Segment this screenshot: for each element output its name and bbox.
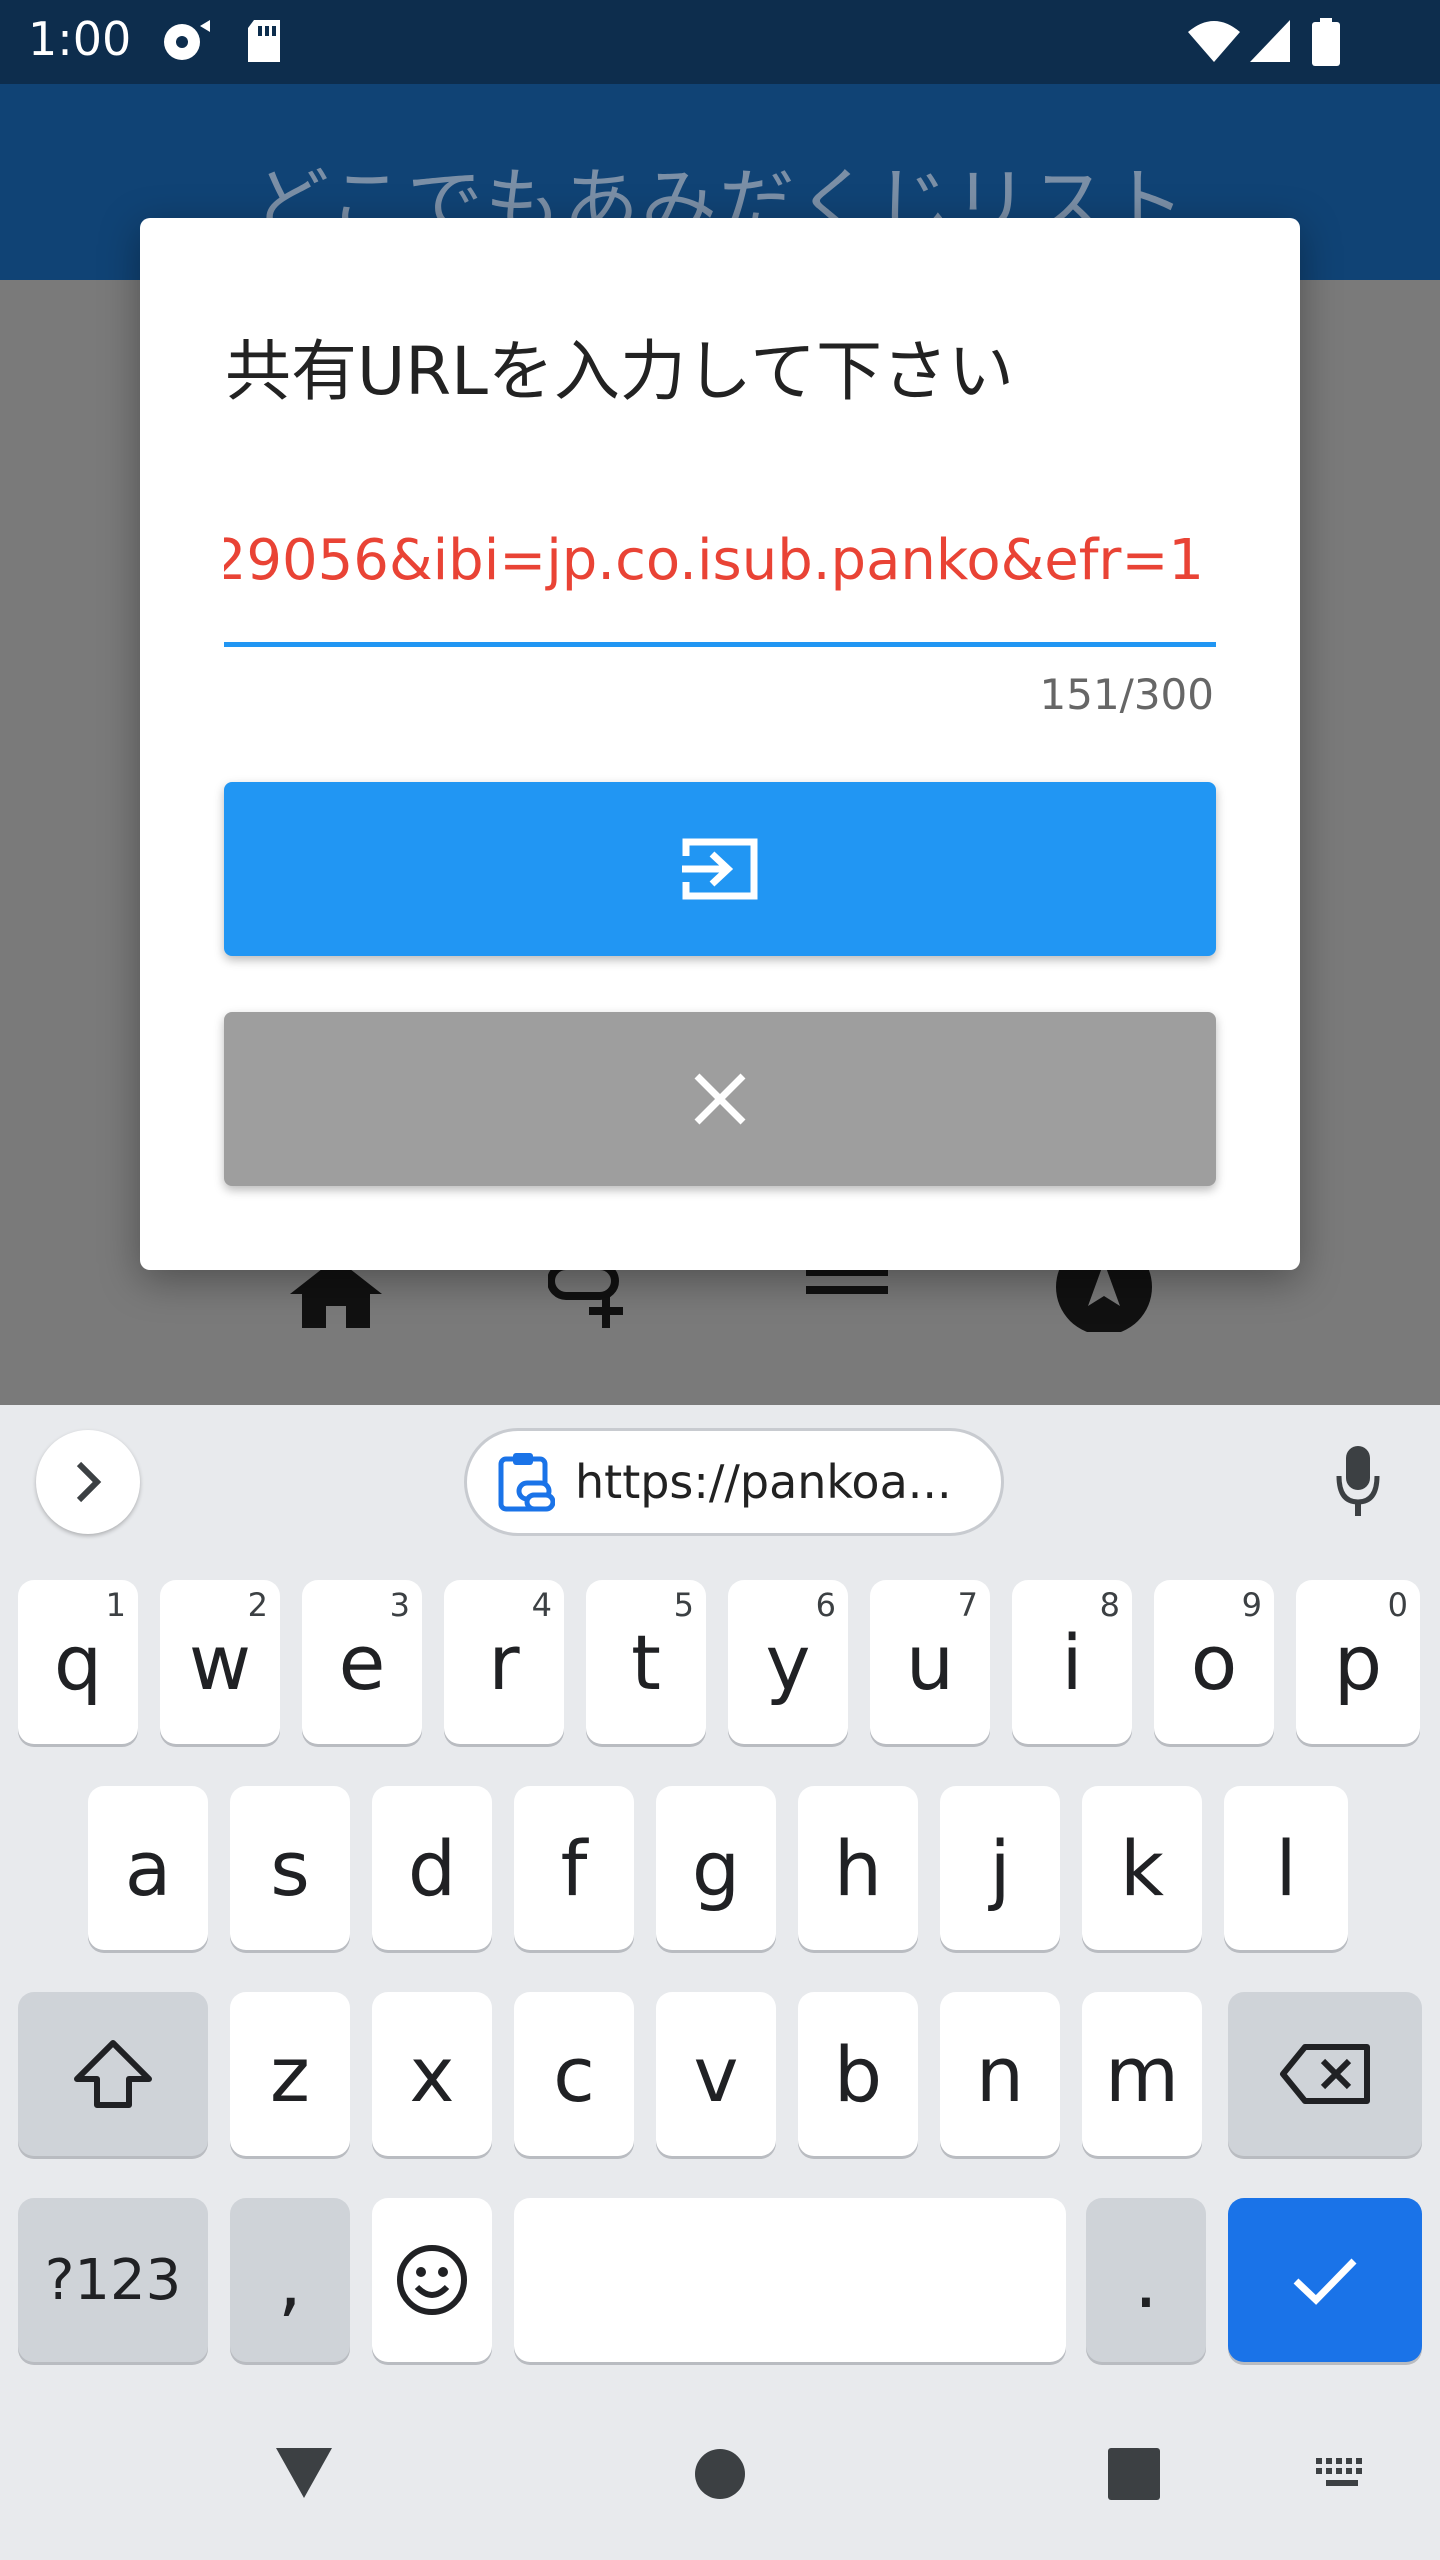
key-x[interactable]: x [372,1992,492,2156]
key-v[interactable]: v [656,1992,776,2156]
key-b[interactable]: b [798,1992,918,2156]
url-input[interactable]: https://pankoapp.page.link/?link=https:/… [224,528,1216,618]
emoji-icon [397,2245,467,2315]
comma-key[interactable]: , [230,2198,350,2362]
key-l[interactable]: l [1224,1786,1348,1950]
emoji-key[interactable] [372,2198,492,2362]
dialog-title: 共有URLを入力して下さい [225,333,1014,410]
status-bar: 1:00 [0,0,1440,84]
key-j[interactable]: j [940,1786,1060,1950]
key-w[interactable]: w2 [160,1580,280,1744]
battery-icon [1312,18,1340,66]
key-q[interactable]: q1 [18,1580,138,1744]
period-key[interactable]: . [1086,2198,1206,2362]
keyboard-expand-button[interactable] [36,1430,140,1534]
key-y[interactable]: y6 [728,1580,848,1744]
back-icon[interactable] [274,2446,334,2500]
media-icon [164,20,210,60]
key-i[interactable]: i8 [1012,1580,1132,1744]
space-key[interactable] [514,2198,1066,2362]
key-e[interactable]: e3 [302,1580,422,1744]
key-c[interactable]: c [514,1992,634,2156]
key-o[interactable]: o9 [1154,1580,1274,1744]
share-url-dialog: 共有URLを入力して下さい https://pankoapp.page.link… [140,218,1300,1270]
cancel-button[interactable] [224,1012,1216,1186]
symbols-key[interactable]: ?123 [18,2198,208,2362]
soft-keyboard [0,1405,1440,2560]
character-counter: 151/300 [1039,670,1214,719]
key-r[interactable]: r4 [444,1580,564,1744]
key-z[interactable]: z [230,1992,350,2156]
key-u[interactable]: u7 [870,1580,990,1744]
url-input-underline [224,642,1216,647]
sd-card-icon [248,20,280,62]
recents-icon[interactable] [1108,2448,1160,2500]
key-m[interactable]: m [1082,1992,1202,2156]
wifi-icon [1188,21,1240,62]
shift-icon [74,2040,152,2108]
home-nav-icon[interactable] [694,2448,746,2500]
input-icon [682,838,758,900]
signal-icon [1250,20,1290,62]
enter-key[interactable] [1228,2198,1422,2362]
clipboard-suggestion-chip[interactable]: https://pankoa... [464,1428,1004,1536]
key-h[interactable]: h [798,1786,918,1950]
chevron-right-icon [76,1461,102,1503]
microphone-icon[interactable] [1336,1444,1380,1518]
status-time: 1:00 [28,12,132,66]
shift-key[interactable] [18,1992,208,2156]
key-p[interactable]: p0 [1296,1580,1420,1744]
clipboard-suggestion-text: https://pankoa... [575,1455,952,1509]
key-s[interactable]: s [230,1786,350,1950]
key-d[interactable]: d [372,1786,492,1950]
close-icon [694,1073,746,1125]
key-k[interactable]: k [1082,1786,1202,1950]
key-g[interactable]: g [656,1786,776,1950]
backspace-key[interactable] [1228,1992,1422,2156]
check-icon [1293,2258,1357,2305]
key-f[interactable]: f [514,1786,634,1950]
backspace-icon [1280,2044,1370,2104]
key-n[interactable]: n [940,1992,1060,2156]
keyboard-switch-icon[interactable] [1314,2456,1370,2494]
submit-button[interactable] [224,782,1216,956]
key-t[interactable]: t5 [586,1580,706,1744]
url-input-value: https://pankoapp.page.link/?link=https:/… [224,528,1204,593]
key-a[interactable]: a [88,1786,208,1950]
clipboard-link-icon [498,1453,555,1512]
